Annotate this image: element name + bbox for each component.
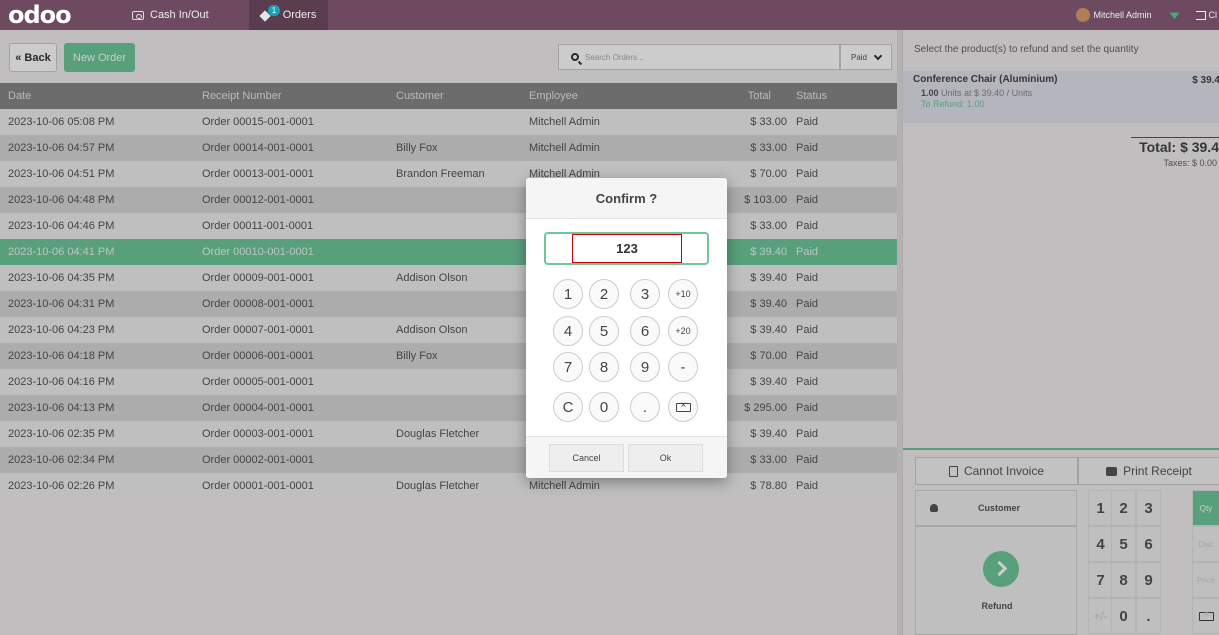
confirm-dialog: Confirm ? 123 Cancel Ok 1 2 3 +10 4 5 6 +20 7 8 9-… — [526, 178, 727, 478]
user-menu[interactable]: Mitchell Admin — [1076, 8, 1152, 22]
dialog-key[interactable]: 7 — [553, 352, 583, 382]
dialog-key[interactable]: +20 — [668, 316, 698, 346]
dialog-key[interactable]: 4 — [553, 316, 583, 346]
odoo-logo: odoo — [8, 1, 72, 29]
dialog-key[interactable]: 9 — [630, 352, 660, 382]
dialog-footer: Cancel Ok — [526, 436, 727, 478]
orders-icon: 1 — [259, 5, 281, 22]
dialog-key[interactable]: C — [553, 392, 583, 422]
dialog-key[interactable]: 6 — [630, 316, 660, 346]
dialog-input-wrapper: 123 — [544, 232, 709, 265]
avatar — [1076, 8, 1091, 22]
dialog-backspace-key[interactable] — [668, 392, 698, 422]
dialog-key[interactable]: 3 — [630, 279, 660, 309]
dialog-key[interactable]: 1 — [553, 279, 583, 309]
dialog-number-input[interactable]: 123 — [572, 234, 682, 263]
dialog-key[interactable]: 2 — [589, 279, 619, 309]
dialog-key[interactable]: 8 — [589, 352, 619, 382]
dialog-title: Confirm ? — [526, 178, 727, 219]
top-bar: odoo Cash In/Out 1 Orders Mitchell Admin… — [0, 0, 1219, 30]
backspace-icon — [675, 400, 691, 412]
orders-badge: 1 — [267, 5, 281, 16]
close-session-button[interactable]: Cl — [1195, 10, 1217, 20]
dialog-key[interactable]: - — [668, 352, 698, 382]
sign-out-icon — [1195, 10, 1206, 20]
ok-button[interactable]: Ok — [628, 444, 703, 472]
dialog-key[interactable]: +10 — [668, 279, 698, 309]
dialog-key[interactable]: . — [630, 392, 660, 422]
dialog-key[interactable]: 0 — [589, 392, 619, 422]
wifi-icon — [1169, 12, 1180, 19]
orders-button[interactable]: 1 Orders — [248, 0, 329, 30]
cash-icon — [132, 10, 144, 20]
dialog-key[interactable]: 5 — [589, 316, 619, 346]
cancel-button[interactable]: Cancel — [549, 444, 624, 472]
cash-in-out-button[interactable]: Cash In/Out — [120, 0, 221, 30]
